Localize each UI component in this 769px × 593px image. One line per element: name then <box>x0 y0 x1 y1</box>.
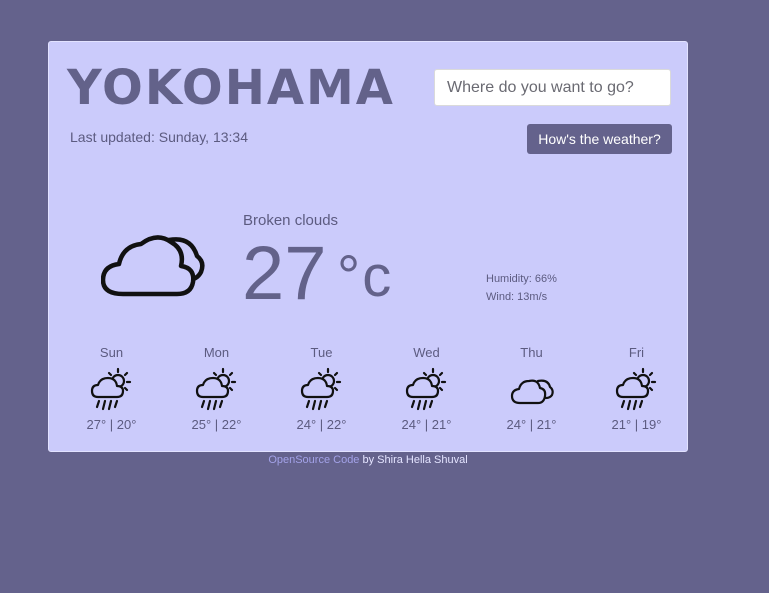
sun-rain-icon <box>300 367 341 411</box>
forecast-day: Fri 21° | 19° <box>584 345 689 432</box>
sun-rain-icon <box>615 367 656 411</box>
cloud-icon <box>510 379 554 405</box>
opensource-link[interactable]: OpenSource Code <box>268 454 359 466</box>
wind: Wind: 13m/s <box>486 291 548 303</box>
forecast-day: Thu 24° | 21° <box>479 345 584 432</box>
forecast-day: Sun 27° | 20° <box>59 345 164 432</box>
forecast-temps: 27° | 20° <box>86 417 137 432</box>
forecast-day-name: Thu <box>520 345 543 360</box>
current-temperature: 27 <box>242 231 327 316</box>
forecast-temps: 24° | 22° <box>296 417 347 432</box>
forecast-day-name: Wed <box>413 345 440 360</box>
footer: OpenSource Code by Shira Hella Shuval <box>0 454 736 466</box>
weather-card: YOKOHAMA Last updated: Sunday, 13:34 How… <box>48 41 688 452</box>
humidity: Humidity: 66% <box>486 273 557 285</box>
search-button[interactable]: How's the weather? <box>527 124 672 154</box>
footer-credit: by Shira Hella Shuval <box>362 454 468 466</box>
forecast-temps: 21° | 19° <box>611 417 662 432</box>
forecast-day: Wed 24° | 21° <box>374 345 479 432</box>
forecast-day-name: Tue <box>310 345 333 360</box>
forecast-day: Mon 25° | 22° <box>164 345 269 432</box>
forecast-day: Tue 24° | 22° <box>269 345 374 432</box>
forecast-temps: 24° | 21° <box>401 417 452 432</box>
sun-rain-icon <box>195 367 236 411</box>
forecast-temps: 24° | 21° <box>506 417 557 432</box>
forecast-day-name: Sun <box>99 345 124 360</box>
search-input[interactable] <box>434 69 671 106</box>
cloud-icon <box>101 235 205 297</box>
forecast-temps: 25° | 22° <box>191 417 242 432</box>
forecast-day-name: Mon <box>203 345 230 360</box>
sun-rain-icon <box>405 367 446 411</box>
forecast-day-name: Fri <box>628 345 645 360</box>
temperature-unit: °c <box>337 244 394 309</box>
forecast: Sun 27° | 20° Mon 25° | 22° Tue 24° | 22… <box>59 345 689 432</box>
sun-rain-icon <box>90 367 131 411</box>
city-title: YOKOHAMA <box>67 60 395 116</box>
weather-description: Broken clouds <box>243 212 339 229</box>
weather-details: Humidity: 66% Wind: 13m/s <box>486 270 557 306</box>
last-updated: Last updated: Sunday, 13:34 <box>70 129 248 145</box>
